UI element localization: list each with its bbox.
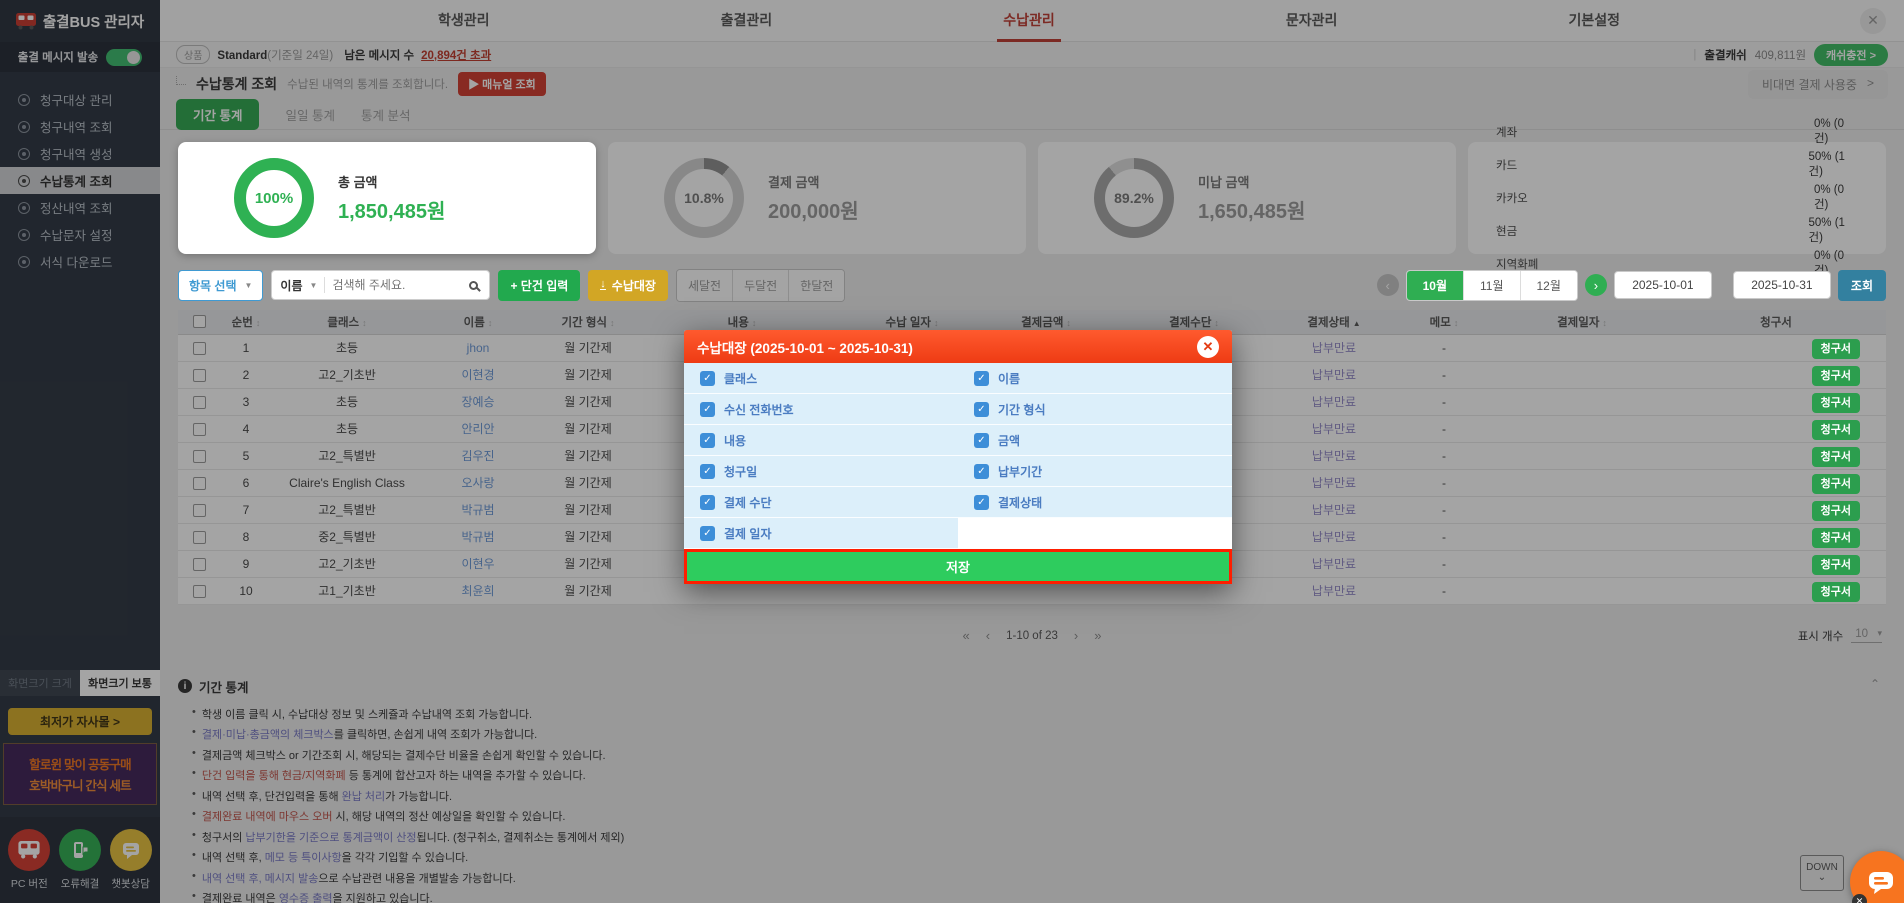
download-icon: ↓ bbox=[600, 280, 606, 290]
month-buttons: 10월 11월 12월 bbox=[1406, 270, 1578, 301]
month-october-button[interactable]: 10월 bbox=[1407, 271, 1463, 300]
checkbox-period-format[interactable]: ✓기간 형식 bbox=[958, 394, 1232, 425]
checked-checkbox-icon[interactable]: ✓ bbox=[974, 495, 989, 510]
save-highlight-border: 저장 bbox=[684, 549, 1232, 584]
checkbox-payment-status[interactable]: ✓결제상태 bbox=[958, 487, 1232, 518]
chat-bubble-icon bbox=[1866, 867, 1896, 897]
search-input[interactable] bbox=[332, 278, 462, 292]
checkbox-amount[interactable]: ✓금액 bbox=[958, 425, 1232, 456]
checked-checkbox-icon[interactable]: ✓ bbox=[700, 402, 715, 417]
month-december-button[interactable]: 12월 bbox=[1520, 271, 1577, 300]
invoice-button[interactable]: 청구서 bbox=[1812, 339, 1860, 359]
checkbox-name[interactable]: ✓이름 bbox=[958, 363, 1232, 394]
ledger-modal: 수납대장 (2025-10-01 ~ 2025-10-31) ✕ ✓클래스 ✓이… bbox=[684, 330, 1232, 584]
search-box: 이름 ▼ bbox=[271, 270, 490, 300]
modal-header: 수납대장 (2025-10-01 ~ 2025-10-31) ✕ bbox=[684, 330, 1232, 363]
checked-checkbox-icon[interactable]: ✓ bbox=[700, 464, 715, 479]
invoice-button[interactable]: 청구서 bbox=[1812, 393, 1860, 413]
chevron-down-icon: ▼ bbox=[245, 281, 253, 290]
checkbox-payment-method[interactable]: ✓결제 수단 bbox=[684, 487, 958, 518]
invoice-button[interactable]: 청구서 bbox=[1812, 447, 1860, 467]
invoice-button[interactable]: 청구서 bbox=[1812, 420, 1860, 440]
checkbox-phone[interactable]: ✓수신 전화번호 bbox=[684, 394, 958, 425]
single-entry-button[interactable]: + 단건 입력 bbox=[498, 270, 580, 301]
checkbox-content[interactable]: ✓내용 bbox=[684, 425, 958, 456]
search-icon[interactable] bbox=[469, 281, 478, 290]
modal-close-button[interactable]: ✕ bbox=[1197, 336, 1219, 358]
modal-checkbox-grid: ✓클래스 ✓이름 ✓수신 전화번호 ✓기간 형식 ✓내용 ✓금액 ✓청구일 ✓납… bbox=[684, 363, 1232, 549]
total-donut-chart: 100% bbox=[234, 158, 314, 238]
total-amount: 1,850,485원 bbox=[338, 195, 445, 224]
checked-checkbox-icon[interactable]: ✓ bbox=[700, 495, 715, 510]
checkbox-payment-period[interactable]: ✓납부기간 bbox=[958, 456, 1232, 487]
ledger-download-button[interactable]: ↓수납대장 bbox=[588, 270, 668, 301]
invoice-button[interactable]: 청구서 bbox=[1812, 555, 1860, 575]
month-november-button[interactable]: 11월 bbox=[1463, 271, 1520, 300]
modal-save-button[interactable]: 저장 bbox=[687, 552, 1229, 581]
date-from-input[interactable] bbox=[1614, 271, 1712, 299]
checked-checkbox-icon[interactable]: ✓ bbox=[700, 433, 715, 448]
checked-checkbox-icon[interactable]: ✓ bbox=[974, 433, 989, 448]
invoice-button[interactable]: 청구서 bbox=[1812, 366, 1860, 386]
app-screen: 출결BUS 관리자 출결 메시지 발송 청구대상 관리 청구내역 조회 청구내역… bbox=[0, 0, 1904, 903]
total-amount-card[interactable]: 100% 총 금액 1,850,485원 bbox=[178, 142, 596, 254]
chat-badge: ✕ bbox=[1852, 894, 1867, 903]
checkbox-billing-date[interactable]: ✓청구일 bbox=[684, 456, 958, 487]
checkbox-payment-date[interactable]: ✓결제 일자 bbox=[684, 518, 958, 549]
modal-title: 수납대장 (2025-10-01 ~ 2025-10-31) bbox=[697, 337, 913, 357]
invoice-button[interactable]: 청구서 bbox=[1812, 528, 1860, 548]
empty-cell bbox=[958, 518, 1232, 549]
search-field-select[interactable]: 이름 bbox=[280, 277, 302, 294]
next-month-arrow[interactable]: › bbox=[1585, 274, 1607, 296]
invoice-button[interactable]: 청구서 bbox=[1812, 582, 1860, 602]
invoice-button[interactable]: 청구서 bbox=[1812, 474, 1860, 494]
checked-checkbox-icon[interactable]: ✓ bbox=[974, 464, 989, 479]
checked-checkbox-icon[interactable]: ✓ bbox=[974, 371, 989, 386]
field-select-button[interactable]: 항목 선택▼ bbox=[178, 270, 263, 301]
checked-checkbox-icon[interactable]: ✓ bbox=[700, 526, 715, 541]
checked-checkbox-icon[interactable]: ✓ bbox=[974, 402, 989, 417]
date-filter-group: ‹ 10월 11월 12월 › ~ 조회 bbox=[1377, 270, 1886, 301]
total-label: 총 금액 bbox=[338, 172, 445, 191]
checkbox-class[interactable]: ✓클래스 bbox=[684, 363, 958, 394]
checked-checkbox-icon[interactable]: ✓ bbox=[700, 371, 715, 386]
invoice-button[interactable]: 청구서 bbox=[1812, 501, 1860, 521]
date-to-input[interactable] bbox=[1733, 271, 1831, 299]
search-submit-button[interactable]: 조회 bbox=[1838, 270, 1886, 301]
chevron-down-icon: ▼ bbox=[310, 281, 318, 290]
divider bbox=[324, 277, 325, 293]
